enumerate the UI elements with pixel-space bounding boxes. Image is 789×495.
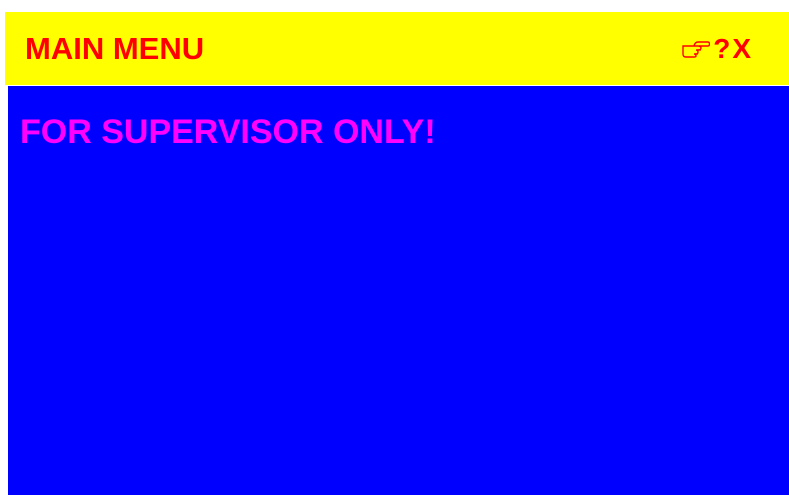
screen: MAIN MENU ? X FOR SUPERVISOR ONLY! <box>0 0 789 495</box>
pointing-hand-icon[interactable] <box>681 34 711 64</box>
menu-title: MAIN MENU <box>25 30 205 66</box>
title-bar: MAIN MENU ? X <box>5 12 789 85</box>
header-controls: ? X <box>681 34 751 64</box>
pointing-hand-glyph <box>682 40 711 58</box>
help-button[interactable]: ? <box>713 34 730 63</box>
supervisor-warning: FOR SUPERVISOR ONLY! <box>20 113 436 151</box>
close-button[interactable]: X <box>732 34 751 63</box>
